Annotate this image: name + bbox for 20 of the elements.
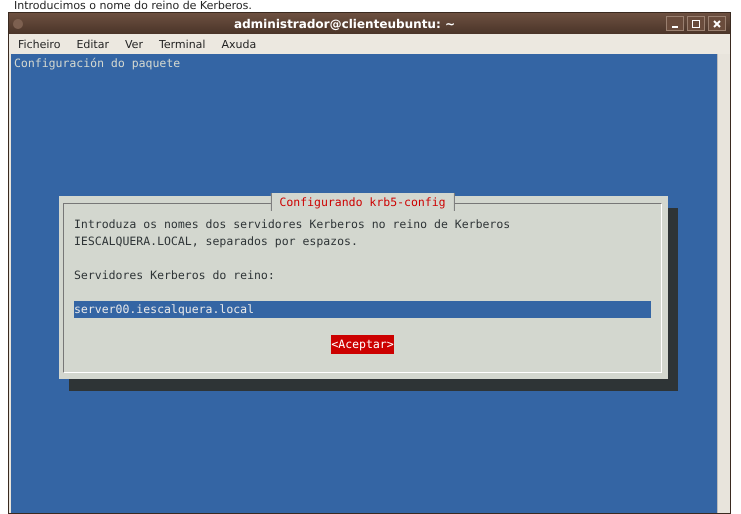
caption-text: Introducimos o nome do reino de Kerberos. [13,0,253,12]
maximize-button[interactable] [687,16,705,31]
minimize-button[interactable] [666,16,684,31]
prompt-label: Servidores Kerberos do reino: [74,267,276,284]
close-button[interactable] [708,16,726,31]
dialog-title: Configurando krb5-config [270,193,455,211]
menu-item[interactable]: Terminal [158,38,206,50]
screen-header: Configuración do paquete [13,55,182,72]
menu-item[interactable]: Ficheiro [17,38,62,50]
menu-item[interactable]: Ver [124,38,144,50]
maximize-icon [692,20,700,28]
menu-item[interactable]: Axuda [220,38,258,50]
window-title: administrador@clienteubuntu: ~ [232,16,456,30]
window-icon [13,18,23,28]
input-field[interactable]: server00.iescalquera.local [74,301,651,318]
close-icon [713,20,721,28]
menu-item[interactable]: Editar [75,38,110,50]
minimize-icon [672,26,678,28]
accept-button[interactable]: <Aceptar> [331,335,394,354]
dialog-message: Introduza os nomes dos servidores Kerberos no reino de Kerberos IESCALQUERA.LOCAL, separados por espazos. [74,216,512,250]
